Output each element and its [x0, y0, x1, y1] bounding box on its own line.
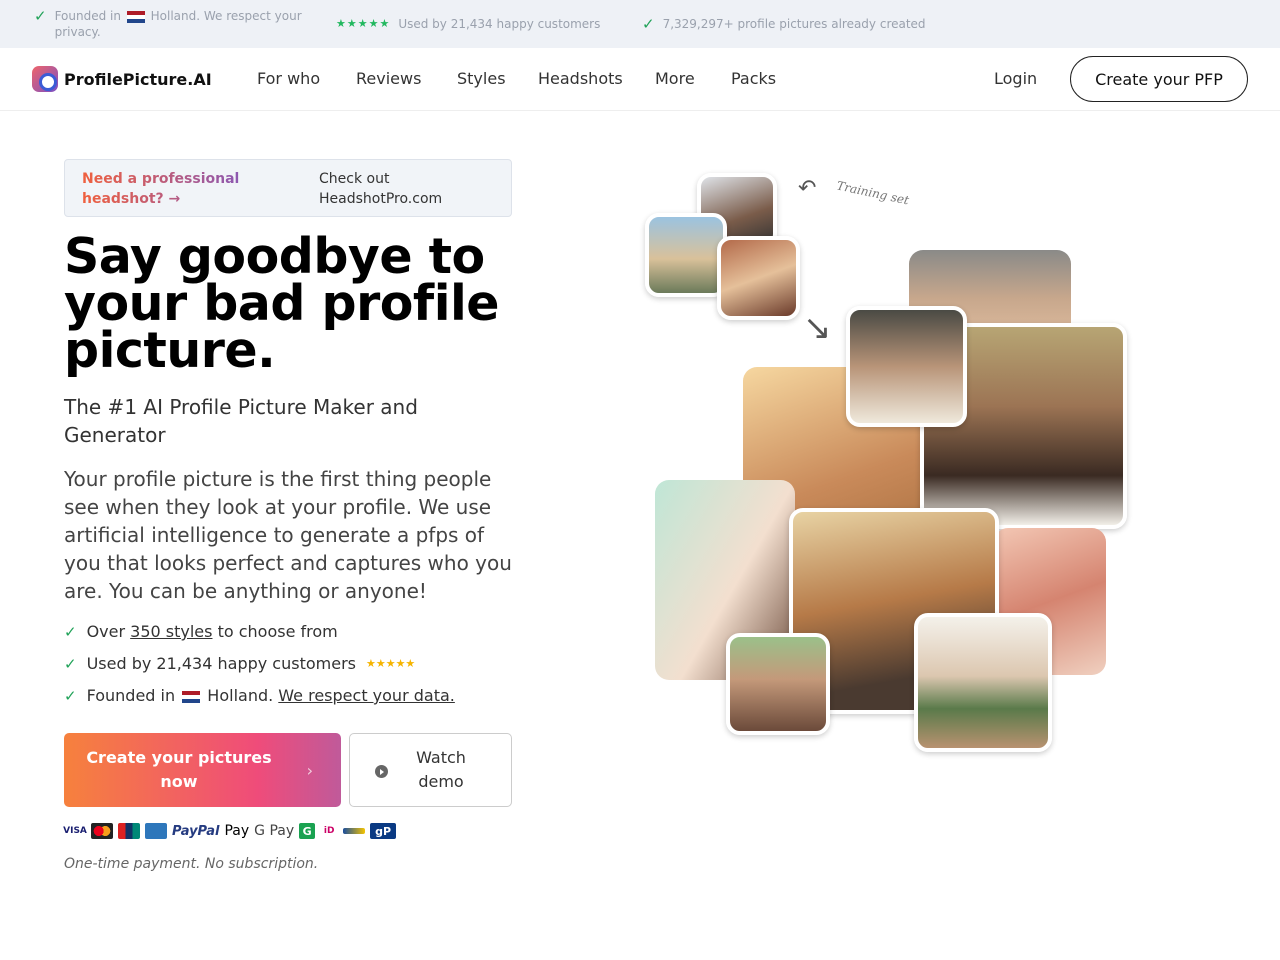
pictures-count-note: ✓ 7,329,297+ profile pictures already cr… [642, 16, 926, 32]
feature-founded: ✓ Founded in Holland. We respect your dat… [64, 686, 455, 705]
nav-packs[interactable]: Packs [731, 69, 776, 88]
payment-methods: VISA PayPal Pay G Pay G iD gP [63, 821, 397, 841]
create-pfp-button[interactable]: Create your PFP [1070, 56, 1248, 102]
google-pay-icon: G Pay [254, 823, 295, 839]
giropay-icon: gP [370, 823, 397, 839]
banner-headline: Need a professional headshot? → [82, 169, 262, 209]
nav-styles[interactable]: Styles [457, 69, 506, 88]
paypal-icon: PayPal [172, 823, 220, 839]
apple-pay-text: Pay [224, 823, 250, 839]
netherlands-flag-icon [126, 10, 145, 23]
play-icon [375, 765, 388, 778]
generated-photo [846, 306, 967, 427]
stars-icon: ★★★★★ [336, 17, 391, 30]
unionpay-icon [118, 823, 140, 839]
visa-icon: VISA [63, 823, 87, 839]
netherlands-flag-icon [182, 690, 201, 703]
payment-note: One-time payment. No subscription. [64, 856, 319, 872]
giropay-g-icon: G [299, 823, 316, 839]
check-icon: ✓ [64, 654, 77, 673]
amex-icon [145, 823, 167, 839]
nav-reviews[interactable]: Reviews [356, 69, 421, 88]
headshotpro-banner[interactable]: Need a professional headshot? → Check ou… [64, 159, 512, 217]
check-icon: ✓ [642, 15, 655, 33]
login-link[interactable]: Login [994, 69, 1037, 88]
training-photo [645, 213, 727, 297]
stars-icon: ★★★★★ [365, 657, 416, 670]
check-icon: ✓ [64, 686, 77, 705]
privacy-note: ✓ Founded in Holland. We respect your pr… [34, 8, 304, 40]
feature-customers: ✓ Used by 21,434 happy customers ★★★★★ [64, 654, 415, 673]
button-label: Watch demo [416, 748, 466, 791]
check-icon: ✓ [34, 7, 47, 25]
ideal-icon: iD [323, 826, 335, 836]
customers-text: Used by 21,434 happy customers [398, 17, 601, 31]
apple-pay-icon: Pay [224, 823, 249, 839]
generated-photo [726, 633, 830, 735]
feature-text: to choose from [217, 622, 338, 641]
training-photo [717, 236, 800, 320]
chevron-right-icon: › [306, 761, 313, 780]
feature-styles: ✓ Over 350 styles to choose from [64, 622, 338, 641]
logo-camera-icon [32, 66, 58, 92]
hero-description: Your profile picture is the first thing … [64, 467, 512, 603]
feature-text: Used by 21,434 happy customers [86, 654, 356, 673]
logo[interactable]: ProfilePicture.AI [32, 66, 212, 92]
mastercard-icon [91, 823, 113, 839]
logo-text: ProfilePicture.AI [64, 69, 212, 89]
feature-text: Founded in [86, 686, 176, 705]
bancontact-icon [343, 828, 366, 834]
nav-for-who[interactable]: For who [257, 69, 320, 88]
page-title: Say goodbye to your bad profile picture. [64, 228, 500, 379]
main-nav: ProfilePicture.AI For who Reviews Styles… [0, 48, 1280, 111]
nav-more[interactable]: More [655, 69, 695, 88]
watch-demo-button[interactable]: Watch demo [349, 733, 512, 807]
training-set-label: Training set [835, 178, 911, 208]
feature-text: Over [86, 622, 126, 641]
styles-link[interactable]: 350 styles [130, 622, 212, 641]
privacy-text: Founded in [54, 9, 121, 23]
privacy-link[interactable]: We respect your data. [278, 686, 455, 705]
page-subtitle: The #1 AI Profile Picture Maker and Gene… [64, 395, 418, 447]
top-announcement-bar: ✓ Founded in Holland. We respect your pr… [0, 0, 1280, 48]
customers-note: ★★★★★ Used by 21,434 happy customers [336, 16, 600, 32]
feature-text: Holland. [207, 686, 274, 705]
check-icon: ✓ [64, 622, 77, 641]
nav-headshots[interactable]: Headshots [538, 69, 623, 88]
button-label: Create your pictures now [86, 748, 272, 791]
pictures-count-text: 7,329,297+ profile pictures already crea… [662, 17, 926, 31]
create-pictures-button[interactable]: Create your pictures now › [64, 733, 341, 807]
arrow-down-right-icon: ↘ [803, 308, 832, 348]
generated-photo [914, 613, 1052, 752]
banner-link-text: Check out HeadshotPro.com [319, 171, 443, 207]
curved-arrow-icon: ↶ [798, 176, 817, 201]
